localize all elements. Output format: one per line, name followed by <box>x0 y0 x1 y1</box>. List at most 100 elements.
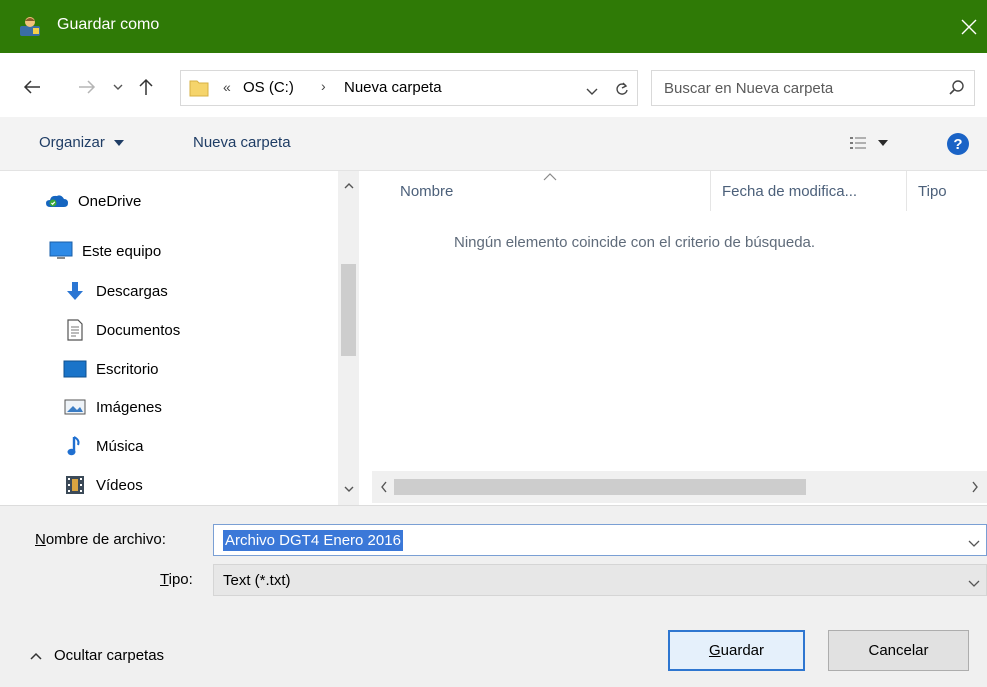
overflow-chevron[interactable]: « <box>223 79 231 95</box>
scroll-thumb[interactable] <box>341 264 356 356</box>
forward-button[interactable] <box>74 73 100 101</box>
empty-message: Ningún elemento coincide con el criterio… <box>454 234 816 251</box>
arrow-left-icon <box>23 80 40 94</box>
new-folder-button[interactable]: Nueva carpeta <box>193 134 291 151</box>
nav-item-music[interactable]: Música <box>62 431 144 461</box>
nav-label-desktop: Escritorio <box>96 360 159 378</box>
filelist-scrollbar[interactable] <box>372 471 987 503</box>
chevron-up-icon <box>344 182 353 188</box>
refresh-button[interactable] <box>609 77 635 101</box>
up-button[interactable] <box>132 73 160 101</box>
recent-locations-button[interactable] <box>108 73 128 101</box>
documents-icon <box>62 319 88 341</box>
nav-label-onedrive: OneDrive <box>78 192 142 210</box>
computer-icon <box>48 240 74 262</box>
organize-label: Organizar <box>39 134 105 151</box>
filename-label-rest: ombre de archivo: <box>45 531 166 548</box>
scroll-left-button[interactable] <box>374 477 394 497</box>
desktop-icon <box>62 358 88 380</box>
nav-label-pictures: Imágenes <box>96 398 162 416</box>
caret-down-icon <box>878 140 888 146</box>
help-button[interactable]: ? <box>947 133 969 155</box>
file-type-dropdown[interactable] <box>968 575 980 592</box>
app-icon <box>18 14 42 38</box>
nav-item-desktop[interactable]: Escritorio <box>62 354 159 384</box>
chevron-down-icon <box>113 84 123 90</box>
search-box <box>651 70 975 106</box>
organize-button[interactable]: Organizar <box>39 134 125 151</box>
refresh-icon <box>616 82 628 95</box>
save-accel: G <box>708 642 721 659</box>
chevron-left-icon <box>381 481 387 493</box>
hide-folders-label: Ocultar carpetas <box>54 647 165 664</box>
caret-down-icon <box>113 139 124 146</box>
nav-item-onedrive[interactable]: OneDrive <box>44 186 141 216</box>
filename-label: Nombre de archivo: <box>35 531 166 548</box>
search-input[interactable] <box>664 78 924 98</box>
chevron-right-icon <box>972 481 978 493</box>
filename-label-accel: N <box>35 531 46 548</box>
downloads-icon <box>62 280 88 302</box>
crumb-folder[interactable]: Nueva carpeta <box>344 79 442 96</box>
filename-history-dropdown[interactable] <box>968 535 980 552</box>
nav-label-music: Música <box>96 437 144 455</box>
hide-folders-button[interactable]: Ocultar carpetas <box>30 647 164 664</box>
save-button[interactable]: Guardar <box>668 630 805 671</box>
column-divider[interactable] <box>710 171 711 211</box>
file-type-value: Text (*.txt) <box>223 572 291 589</box>
nav-item-this-pc[interactable]: Este equipo <box>48 236 161 266</box>
navpane-scrollbar[interactable] <box>338 171 359 505</box>
search-icon[interactable] <box>948 79 966 101</box>
address-row: « OS (C:) › Nueva carpeta <box>0 53 987 117</box>
save-form-panel: Nombre de archivo: Archivo DGT4 Enero 20… <box>0 505 987 687</box>
nav-item-downloads[interactable]: Descargas <box>62 276 168 306</box>
column-header-date[interactable]: Fecha de modifica... <box>722 171 902 211</box>
arrow-up-icon <box>139 78 153 95</box>
nav-label-downloads: Descargas <box>96 282 168 300</box>
column-divider[interactable] <box>906 171 907 211</box>
column-header-type[interactable]: Tipo <box>918 171 978 211</box>
chevron-down-icon <box>968 540 980 547</box>
type-label-accel: T <box>160 571 169 588</box>
cancel-button[interactable]: Cancelar <box>828 630 969 671</box>
column-header-name[interactable]: Nombre <box>400 171 710 211</box>
folder-icon <box>189 78 209 102</box>
scroll-down-button[interactable] <box>338 479 359 499</box>
chevron-up-icon <box>30 652 42 660</box>
type-label-rest: ipo: <box>168 571 193 588</box>
chevron-down-icon <box>968 580 980 587</box>
address-dropdown[interactable] <box>586 83 598 100</box>
onedrive-icon <box>44 190 70 212</box>
navigation-pane: OneDrive Este equipo Descargas Documento… <box>0 171 357 505</box>
nav-label-this-pc: Este equipo <box>82 242 162 260</box>
arrow-right-icon <box>79 80 96 94</box>
pictures-icon <box>62 396 88 418</box>
scroll-right-button[interactable] <box>965 477 985 497</box>
scroll-up-button[interactable] <box>338 175 359 195</box>
details-view-icon <box>850 137 866 149</box>
address-bar[interactable]: « OS (C:) › Nueva carpeta <box>180 70 638 106</box>
window-title: Guardar como <box>57 16 160 33</box>
close-icon <box>961 19 977 35</box>
chevron-down-icon <box>586 88 598 95</box>
music-icon <box>62 435 88 457</box>
crumb-separator[interactable]: › <box>321 78 326 94</box>
chevron-down-icon <box>344 486 353 492</box>
scroll-thumb[interactable] <box>394 479 806 495</box>
videos-icon <box>62 474 88 496</box>
filename-field[interactable]: Archivo DGT4 Enero 2016 <box>213 524 987 556</box>
change-view-button[interactable] <box>849 135 889 151</box>
nav-label-videos: Vídeos <box>96 476 143 494</box>
close-button[interactable] <box>951 8 987 46</box>
command-bar: Organizar Nueva carpeta ? <box>0 117 987 171</box>
nav-item-documents[interactable]: Documentos <box>62 315 180 345</box>
filename-value[interactable]: Archivo DGT4 Enero 2016 <box>223 530 403 551</box>
back-button[interactable] <box>18 73 46 101</box>
nav-item-pictures[interactable]: Imágenes <box>62 392 162 422</box>
type-label: Tipo: <box>160 571 193 588</box>
save-label-rest: uardar <box>720 642 765 659</box>
file-type-select[interactable]: Text (*.txt) <box>213 564 987 596</box>
nav-item-videos[interactable]: Vídeos <box>62 470 143 500</box>
crumb-drive[interactable]: OS (C:) <box>243 79 294 96</box>
nav-label-documents: Documentos <box>96 321 181 339</box>
